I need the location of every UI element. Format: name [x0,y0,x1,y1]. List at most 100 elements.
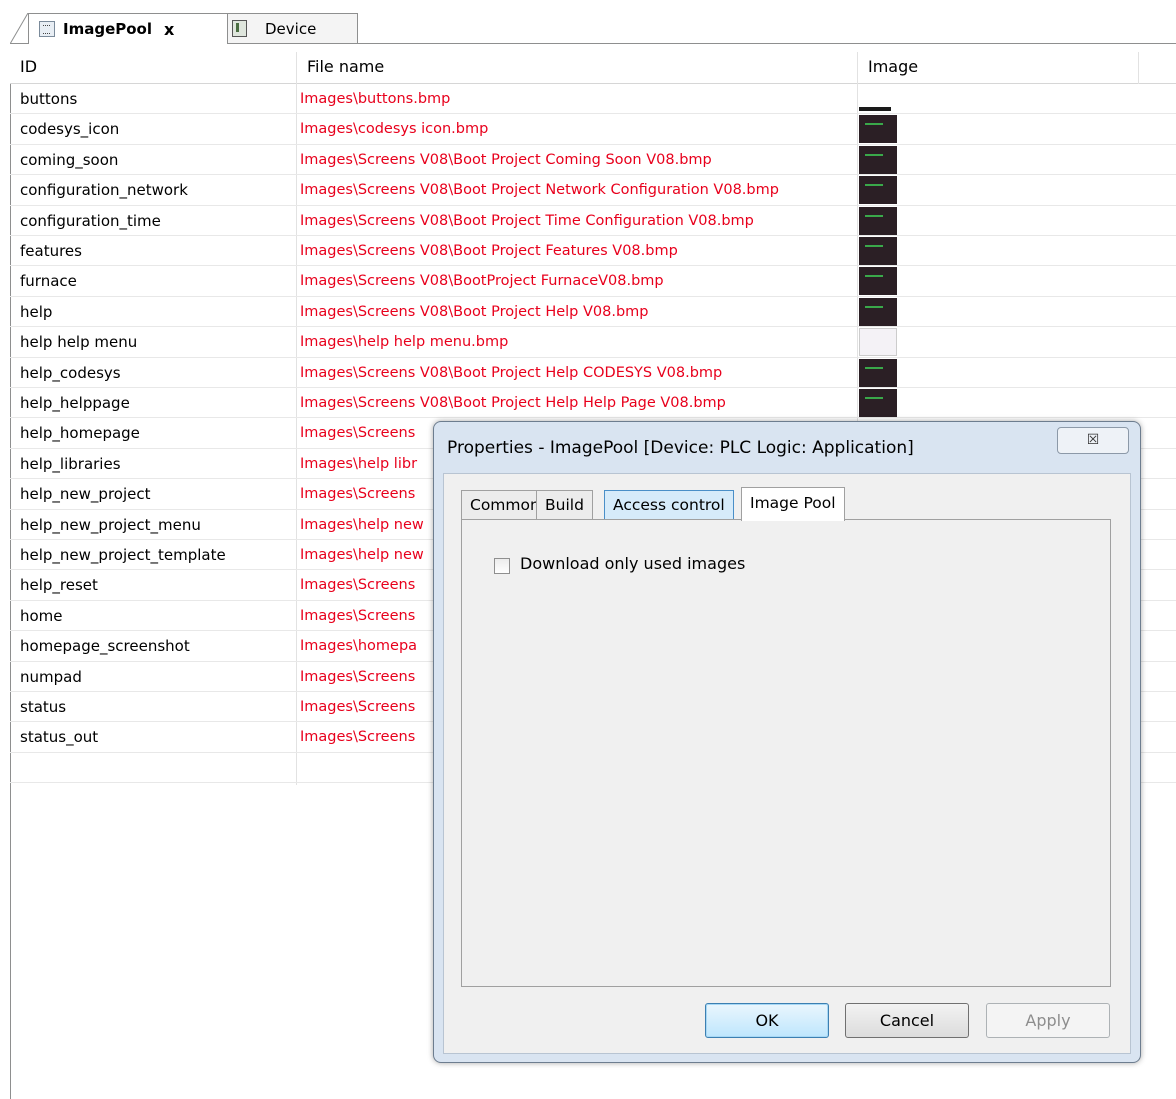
cell-id: coming_soon [20,150,119,169]
thumbnail-detail [865,123,883,126]
table-row[interactable]: configuration_network Images\Screens V08\… [10,175,1176,206]
table-row[interactable]: coming_soon Images\Screens V08\Boot Proje… [10,145,1176,176]
editor-tab-strip: ImagePool x Device [0,0,1176,44]
download-only-used-images-checkbox[interactable] [494,558,510,574]
cell-file-name: Images\help new [300,516,424,533]
properties-dialog: Properties - ImagePool [Device: PLC Logi… [433,421,1141,1063]
cell-id: status_out [20,728,99,747]
cell-file-name: Images\codesys icon.bmp [300,121,489,138]
cell-file-name: Images\buttons.bmp [300,91,451,107]
tab-imagepool[interactable]: ImagePool x [28,13,228,44]
image-thumbnail [859,145,897,174]
table-row[interactable]: buttons Images\buttons.bmp [10,84,1176,115]
cell-id: furnace [20,272,77,291]
image-thumbnail [859,389,897,417]
cell-file-name: Images\Screens V08\Boot Project Time Con… [300,212,754,229]
tab-image-pool[interactable]: Image Pool [741,487,845,521]
cell-id: codesys_icon [20,120,120,139]
image-thumbnail [859,358,897,387]
cell-file-name: Images\Screens V08\Boot Project Features… [300,243,678,259]
cell-id: help help menu [20,333,138,352]
cell-file-name: Images\Screens [300,668,416,685]
thumbnail-detail [865,366,883,369]
thumbnail-detail [865,245,883,247]
download-only-used-images-label[interactable]: Download only used images [520,554,745,573]
column-header-file-name[interactable]: File name [297,52,867,83]
cell-file-name: Images\Screens V08\Boot Project Help Hel… [300,395,726,411]
column-divider [1138,52,1139,84]
cell-file-name: Images\Screens [300,577,416,594]
thumbnail-detail [865,305,883,308]
cell-file-name: Images\Screens V08\Boot Project Coming S… [300,151,712,168]
dialog-client-area: Common Build Access control Image Pool D… [443,473,1131,1054]
image-thumbnail [859,328,897,357]
cell-id: help_new_project_menu [20,515,201,534]
dialog-title: Properties - ImagePool [Device: PLC Logi… [447,438,914,458]
image-thumbnail [859,206,897,235]
cell-file-name: Images\Screens V08\Boot Project Network … [300,182,779,199]
cell-file-name: Images\Screens [300,729,416,746]
tab-access-control[interactable]: Access control [604,490,734,520]
table-row[interactable]: help_helppage Images\Screens V08\Boot Pro… [10,388,1176,419]
apply-button[interactable]: Apply [986,1003,1110,1038]
table-row[interactable]: help_codesys Images\Screens V08\Boot Proj… [10,358,1176,388]
thumbnail-detail [865,397,883,399]
cell-id: homepage_screenshot [20,637,190,656]
image-thumbnail [859,115,897,144]
thumbnail-detail [865,214,883,217]
tab-imagepool-label: ImagePool [63,20,152,38]
cancel-button[interactable]: Cancel [845,1003,969,1038]
cell-id: numpad [20,667,82,686]
table-row[interactable]: codesys_icon Images\codesys icon.bmp [10,114,1176,145]
cell-file-name: Images\Screens [300,607,416,624]
cell-id: help_homepage [20,424,140,443]
tab-slant-decoration [10,13,30,44]
cell-id: help [20,302,53,321]
close-icon[interactable]: x [164,20,174,39]
table-row[interactable]: furnace Images\Screens V08\BootProject Fu… [10,266,1176,297]
cell-file-name: Images\Screens V08\BootProject FurnaceV0… [300,273,664,290]
imagepool-icon [39,21,55,37]
cell-file-name: Images\help new [300,547,424,563]
cell-id: status [20,698,67,716]
cell-file-name: Images\Screens [300,486,416,503]
tab-page-image-pool: Download only used images [461,519,1111,987]
image-thumbnail [859,176,897,205]
cell-file-name: Images\Screens [300,425,416,442]
device-icon [232,20,247,37]
table-row[interactable]: help Images\Screens V08\Boot Project Help… [10,297,1176,328]
cell-file-name: Images\help help menu.bmp [300,334,509,351]
cell-file-name: Images\Screens [300,699,416,715]
cell-id: home [20,606,63,625]
cell-id: help_codesys [20,363,121,382]
table-row[interactable]: features Images\Screens V08\Boot Project … [10,236,1176,267]
dialog-close-button[interactable]: ☒ [1057,427,1129,454]
table-header: ID File name Image [10,52,1176,84]
thumbnail-detail [865,153,883,156]
ok-button[interactable]: OK [705,1003,829,1038]
cell-file-name: Images\Screens V08\Boot Project Help V08… [300,303,649,320]
image-thumbnail [859,85,897,113]
cell-id: configuration_time [20,211,161,230]
thumbnail-detail [865,275,883,278]
column-header-image[interactable]: Image [858,52,1148,83]
image-thumbnail [859,267,897,296]
column-header-id[interactable]: ID [10,52,306,83]
cell-file-name: Images\help libr [300,455,418,472]
cell-id: help_helppage [20,394,130,412]
thumbnail-detail [865,184,883,187]
table-row[interactable]: configuration_time Images\Screens V08\Boo… [10,206,1176,236]
tab-device-label: Device [265,19,317,38]
image-thumbnail [859,237,897,265]
cell-id: help_new_project_template [20,546,226,564]
cell-id: help_reset [20,576,98,595]
cell-id: features [20,242,82,260]
image-thumbnail [859,297,897,326]
cell-id: configuration_network [20,181,188,200]
table-row[interactable]: help help menu Images\help help menu.bmp [10,327,1176,358]
cell-id: buttons [20,90,78,108]
cell-file-name: Images\homepa [300,638,418,655]
tab-device[interactable]: Device [221,13,358,43]
tab-build[interactable]: Build [536,490,593,520]
cell-file-name: Images\Screens V08\Boot Project Help COD… [300,364,723,381]
